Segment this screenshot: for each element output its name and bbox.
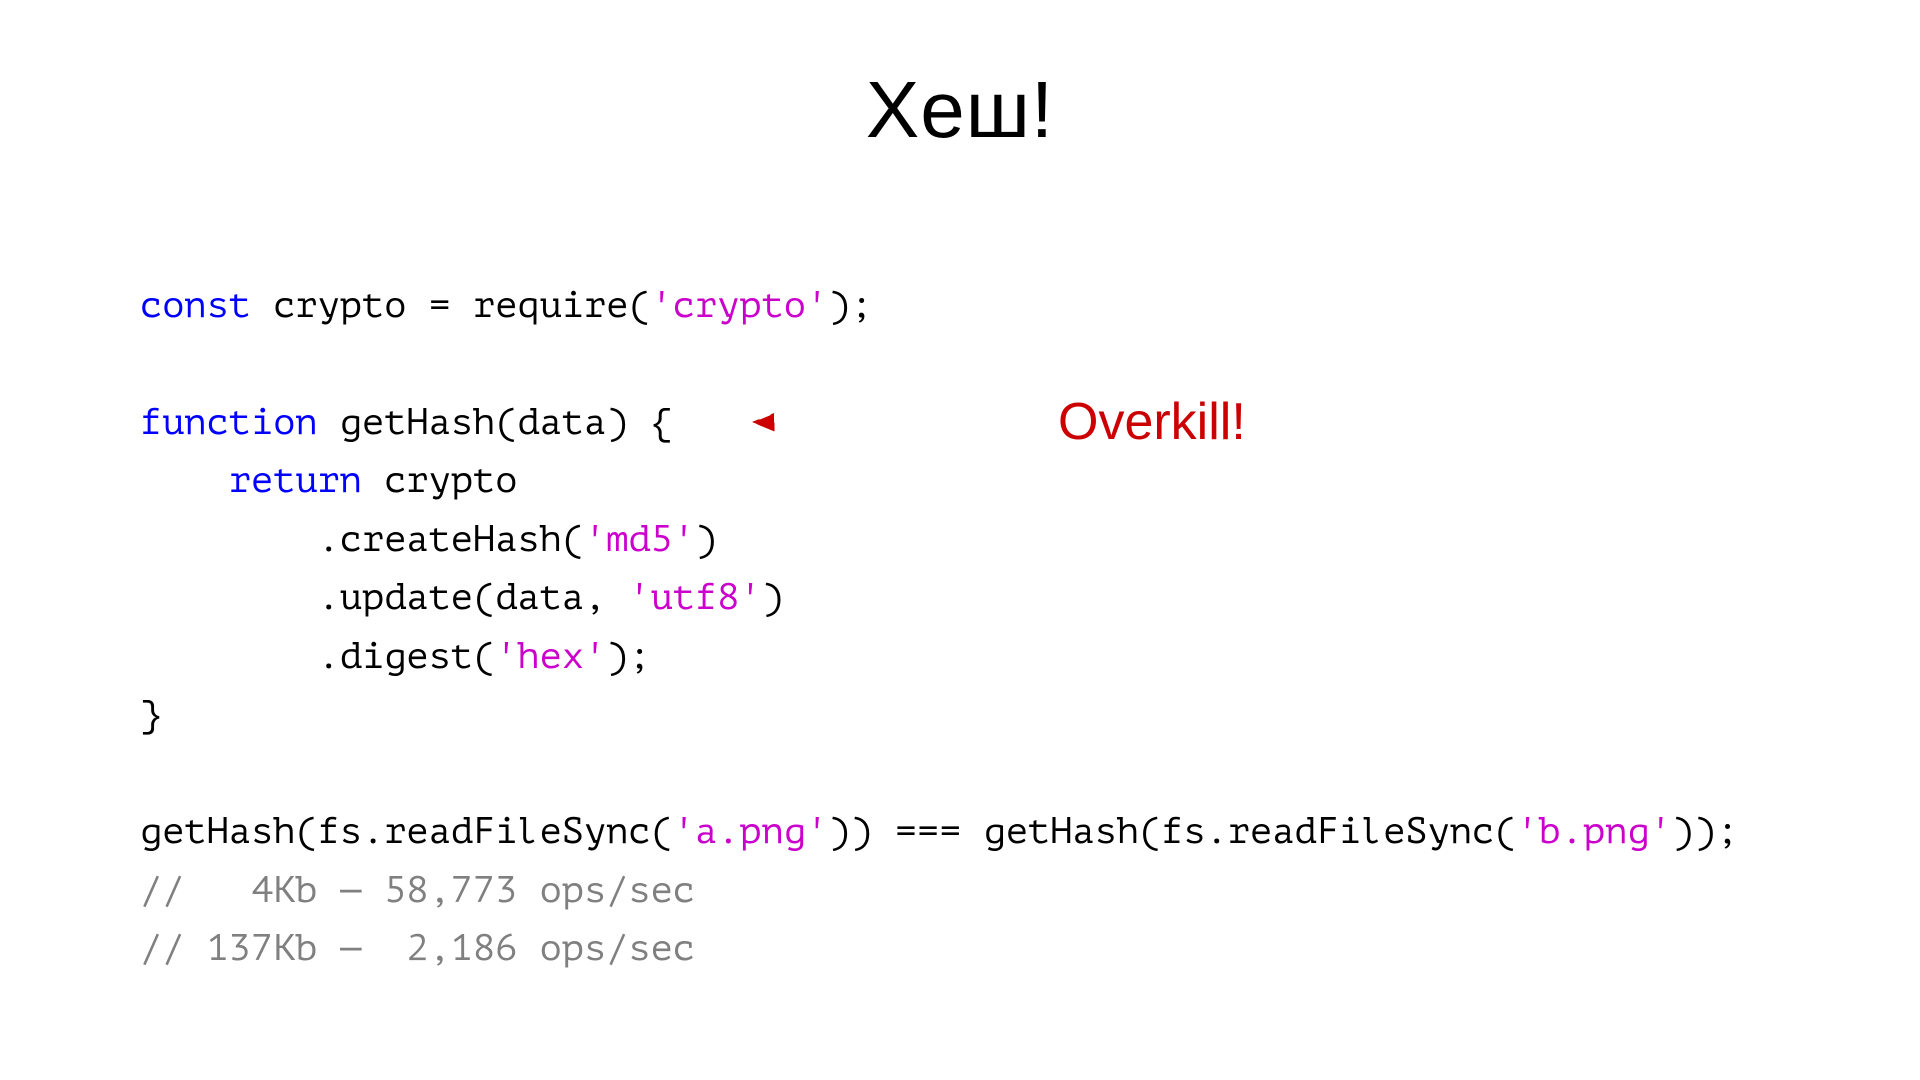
string-literal: 'hex' [495,635,606,677]
code-text: .createHash( [318,518,584,560]
code-text: )); [1672,810,1739,852]
keyword-const: const [140,284,251,326]
code-indent [140,459,229,501]
code-block: const crypto = require('crypto'); functi… [140,276,1780,977]
code-text: .update(data, [318,576,629,618]
code-indent [140,635,318,677]
code-text: ) [695,518,717,560]
string-literal: 'a.png' [673,810,828,852]
code-indent [140,518,318,560]
string-literal: 'crypto' [651,284,829,326]
code-text: } [140,693,162,735]
comment-benchmark-2: // 137Kb — 2,186 ops/sec [140,927,695,969]
slide: Хеш! const crypto = require('crypto'); f… [0,0,1920,1080]
string-literal: 'utf8' [628,576,761,618]
code-text: getHash(fs.readFileSync( [140,810,673,852]
code-text: .digest( [318,635,496,677]
code-text: ); [606,635,650,677]
code-text: )) === getHash(fs.readFileSync( [828,810,1516,852]
code-indent [140,576,318,618]
slide-title: Хеш! [140,64,1780,156]
comment-benchmark-1: // 4Kb — 58,773 ops/sec [140,869,695,911]
code-text: ) [762,576,784,618]
string-literal: 'md5' [584,518,695,560]
keyword-function: function [140,401,318,443]
code-text: getHash(data) { [318,401,673,443]
arrow-left-icon [750,407,1040,437]
code-text: crypto [362,459,517,501]
annotation: Overkill! [750,392,1246,452]
keyword-return: return [229,459,362,501]
code-text: crypto = require( [251,284,651,326]
annotation-label: Overkill! [1058,392,1246,452]
string-literal: 'b.png' [1516,810,1671,852]
code-text: ); [828,284,872,326]
